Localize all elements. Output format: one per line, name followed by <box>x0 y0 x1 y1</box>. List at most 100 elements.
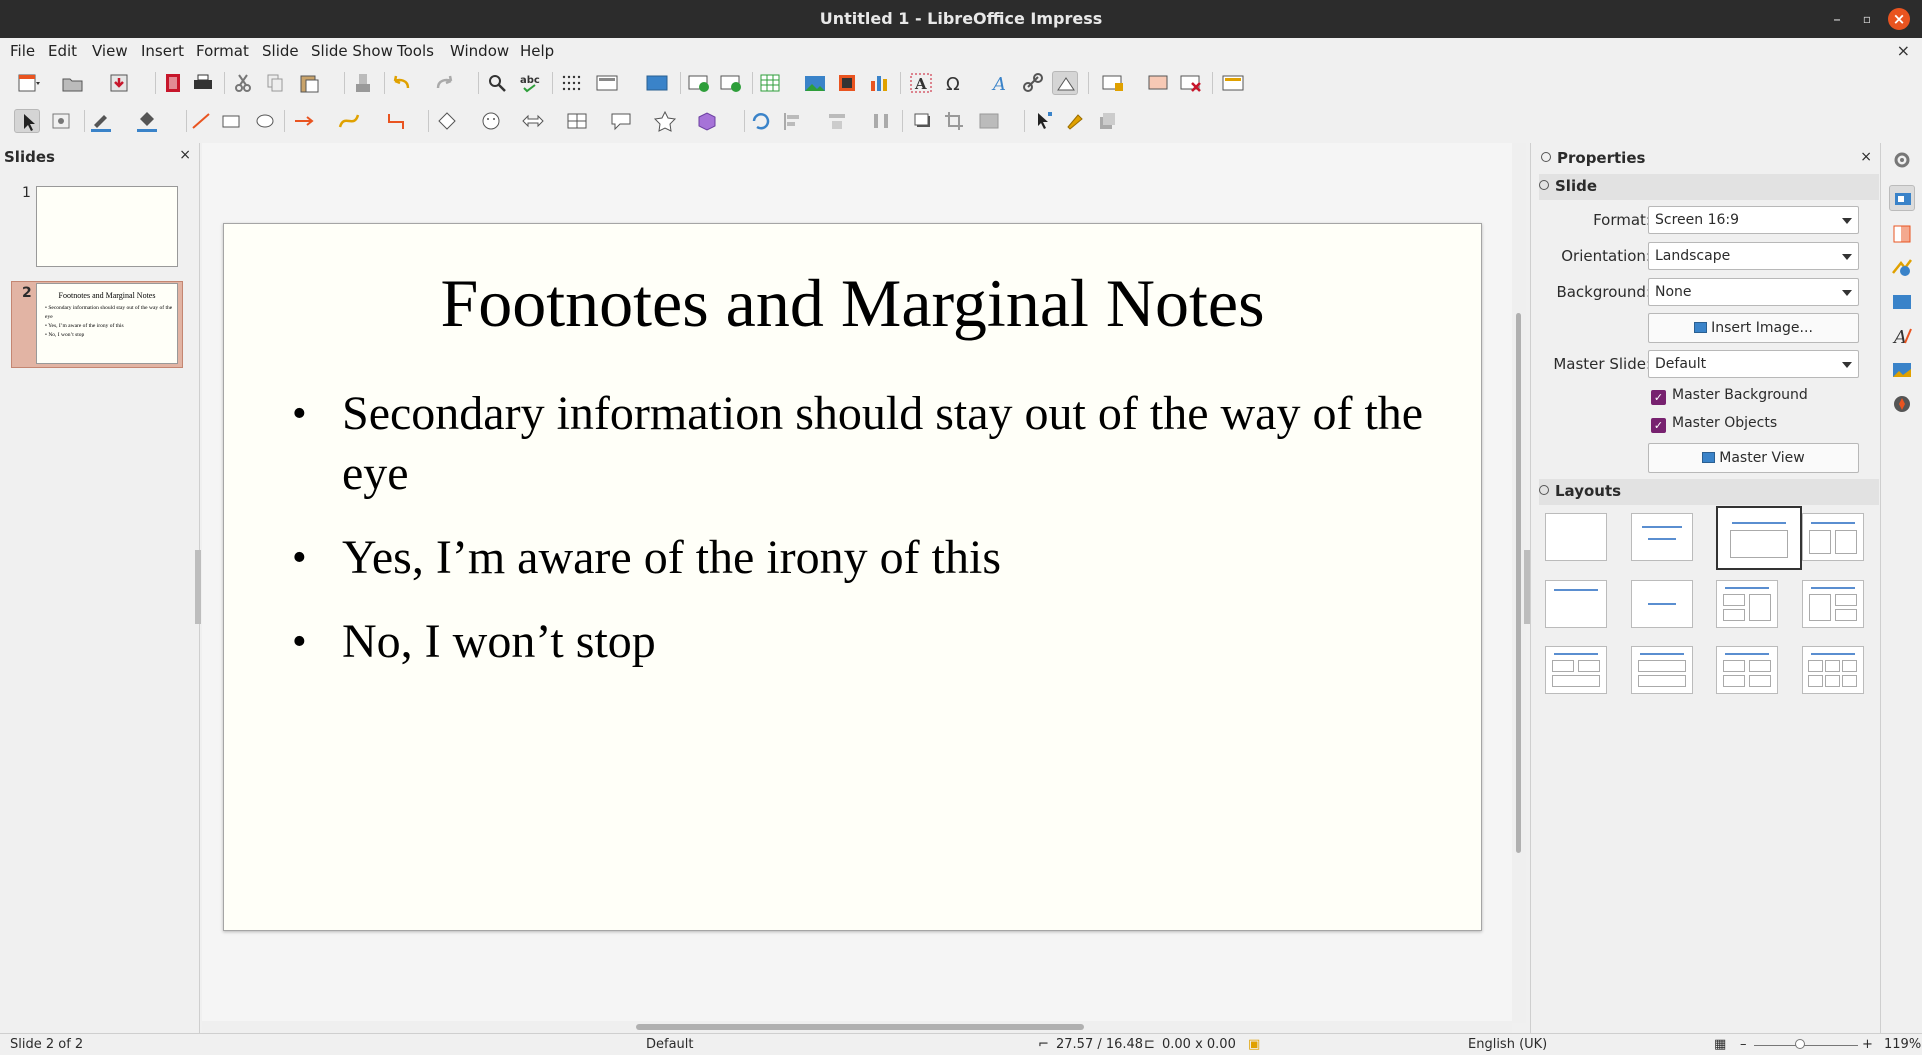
grid-icon[interactable] <box>558 71 584 95</box>
text-box-icon[interactable]: A <box>908 71 934 95</box>
orientation-dropdown[interactable]: Landscape <box>1648 242 1859 270</box>
layout-centered-text[interactable] <box>1631 580 1693 628</box>
animation-icon[interactable] <box>1889 255 1915 281</box>
toggle-extrusion-icon[interactable] <box>1094 109 1120 133</box>
gallery-icon[interactable] <box>1889 357 1915 383</box>
background-dropdown[interactable]: None <box>1648 278 1859 306</box>
rectangle-icon[interactable] <box>218 109 244 133</box>
points-icon[interactable] <box>1030 109 1056 133</box>
zoom-pan-icon[interactable] <box>48 109 74 133</box>
menu-help[interactable]: Help <box>520 42 554 60</box>
maximize-icon[interactable]: ▫ <box>1856 8 1878 30</box>
stars-icon[interactable] <box>652 109 678 133</box>
menu-window[interactable]: Window <box>450 42 509 60</box>
layout-title-4-content[interactable] <box>1716 646 1778 694</box>
clone-formatting-icon[interactable] <box>350 71 376 95</box>
spelling-icon[interactable]: abc <box>518 71 544 95</box>
arrange-icon[interactable] <box>824 109 850 133</box>
slide-layout-icon[interactable] <box>1220 71 1246 95</box>
delete-slide-icon[interactable] <box>1178 71 1204 95</box>
layout-title-content-and-2-content[interactable] <box>1802 580 1864 628</box>
zoom-slider-handle[interactable] <box>1795 1039 1805 1049</box>
3d-objects-icon[interactable] <box>694 109 720 133</box>
insert-image-button[interactable]: Insert Image... <box>1648 313 1859 343</box>
master-background-checkbox[interactable]: ✓ Master Background <box>1651 387 1808 405</box>
format-dropdown[interactable]: Screen 16:9 <box>1648 206 1859 234</box>
menu-slide[interactable]: Slide <box>262 42 299 60</box>
master-slides-icon[interactable] <box>1889 289 1915 315</box>
show-draw-functions-icon[interactable] <box>1052 71 1078 95</box>
fill-color-icon[interactable] <box>134 109 160 133</box>
find-replace-icon[interactable] <box>484 71 510 95</box>
menu-tools[interactable]: Tools <box>397 42 434 60</box>
hyperlink-icon[interactable] <box>1020 71 1046 95</box>
left-pane-splitter[interactable] <box>195 550 201 624</box>
export-pdf-icon[interactable] <box>160 71 186 95</box>
paste-icon[interactable] <box>296 71 322 95</box>
slide-section-header[interactable]: Slide <box>1539 174 1879 200</box>
fontwork-icon[interactable]: A <box>988 71 1014 95</box>
close-pane-icon[interactable]: × <box>179 147 191 163</box>
new-slide-icon[interactable] <box>686 71 712 95</box>
master-slide-icon[interactable] <box>644 71 670 95</box>
horizontal-scrollbar[interactable] <box>202 1021 1512 1033</box>
menu-view[interactable]: View <box>92 42 128 60</box>
flowchart-icon[interactable] <box>564 109 590 133</box>
select-icon[interactable] <box>14 109 40 133</box>
basic-shapes-icon[interactable] <box>434 109 460 133</box>
glue-points-icon[interactable] <box>1062 109 1088 133</box>
display-views-icon[interactable] <box>594 71 620 95</box>
close-window-icon[interactable]: × <box>1888 8 1910 30</box>
document-modified-icon[interactable]: ▣ <box>1248 1037 1260 1052</box>
undo-icon[interactable] <box>388 71 414 95</box>
curve-icon[interactable] <box>336 109 362 133</box>
ellipse-icon[interactable] <box>252 109 278 133</box>
master-slide-dropdown[interactable]: Default <box>1648 350 1859 378</box>
duplicate-slide-icon[interactable] <box>718 71 744 95</box>
zoom-out-icon[interactable]: – <box>1740 1037 1747 1052</box>
language-status[interactable]: English (UK) <box>1468 1037 1547 1052</box>
zoom-in-icon[interactable]: + <box>1862 1037 1873 1052</box>
slide-title[interactable]: Footnotes and Marginal Notes <box>224 264 1481 343</box>
layout-title-content[interactable] <box>1716 506 1802 570</box>
image-icon[interactable] <box>802 71 828 95</box>
line-icon[interactable] <box>188 109 214 133</box>
new-icon[interactable] <box>14 71 40 95</box>
menu-format[interactable]: Format <box>196 42 249 60</box>
layout-title-2-content[interactable] <box>1802 513 1864 561</box>
shadow-icon[interactable] <box>910 109 936 133</box>
bullet-item[interactable]: Yes, I’m aware of the irony of this <box>292 528 1448 588</box>
layouts-section-header[interactable]: Layouts <box>1539 479 1879 505</box>
master-view-button[interactable]: Master View <box>1648 443 1859 473</box>
layout-title-2-content-over-content[interactable] <box>1545 646 1607 694</box>
special-character-icon[interactable]: Ω <box>942 71 968 95</box>
open-icon[interactable] <box>60 71 86 95</box>
rotate-icon[interactable] <box>748 109 774 133</box>
block-arrows-icon[interactable] <box>520 109 546 133</box>
slide-show-icon[interactable] <box>1146 71 1172 95</box>
redo-icon[interactable] <box>432 71 458 95</box>
chart-icon[interactable] <box>866 71 892 95</box>
slide-content[interactable]: Secondary information should stay out of… <box>292 384 1448 696</box>
slide[interactable]: Footnotes and Marginal Notes Secondary i… <box>223 223 1482 931</box>
layout-blank[interactable] <box>1545 513 1607 561</box>
save-icon[interactable] <box>106 71 132 95</box>
slide-transition-icon[interactable] <box>1889 221 1915 247</box>
menu-file[interactable]: File <box>10 42 35 60</box>
copy-icon[interactable] <box>262 71 288 95</box>
styles-icon[interactable]: A <box>1889 323 1915 349</box>
filter-icon[interactable] <box>976 109 1002 133</box>
close-document-icon[interactable]: × <box>1897 41 1910 60</box>
layout-title-6-content[interactable] <box>1802 646 1864 694</box>
table-icon[interactable] <box>758 71 784 95</box>
navigator-icon[interactable] <box>1889 391 1915 417</box>
properties-tab-icon[interactable] <box>1889 185 1915 211</box>
print-icon[interactable] <box>190 71 216 95</box>
slide-thumbnail-2[interactable]: Footnotes and Marginal Notes • Secondary… <box>36 283 178 364</box>
minimize-icon[interactable]: – <box>1826 8 1848 30</box>
symbol-shapes-icon[interactable] <box>478 109 504 133</box>
master-objects-checkbox[interactable]: ✓ Master Objects <box>1651 415 1777 433</box>
layout-title-only[interactable] <box>1545 580 1607 628</box>
line-color-icon[interactable] <box>88 109 114 133</box>
cut-icon[interactable] <box>230 71 256 95</box>
